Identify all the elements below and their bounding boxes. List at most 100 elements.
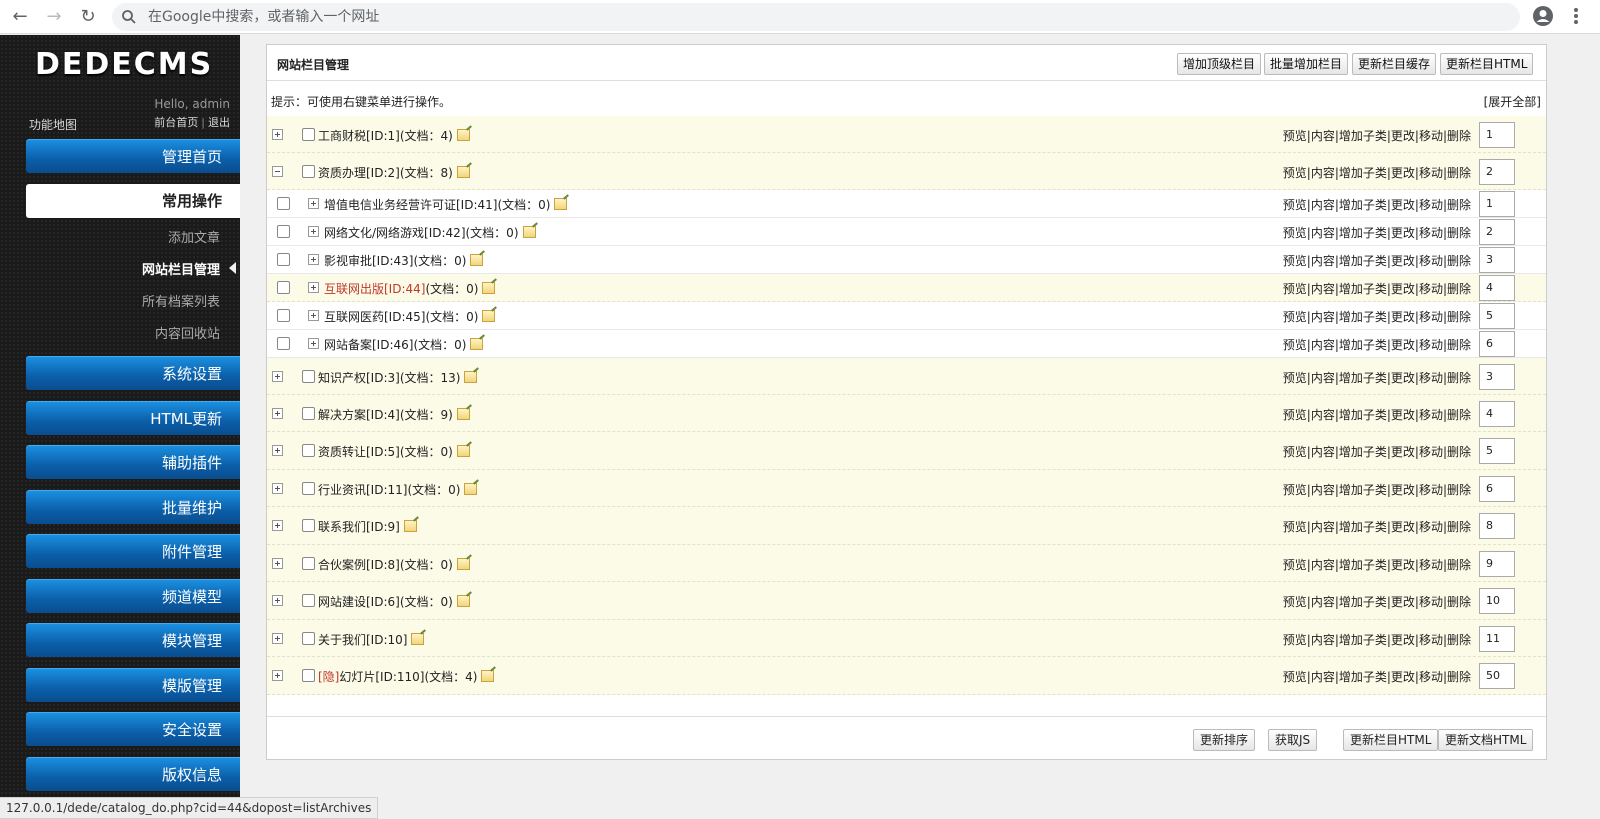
row-actions[interactable]: 预览|内容|增加子类|更改|移动|删除 [1283, 308, 1471, 325]
menu-system-settings[interactable]: 系统设置 [26, 356, 240, 390]
menu-admin-home[interactable]: 管理首页 [26, 139, 240, 173]
menu-channel-models[interactable]: 频道模型 [26, 579, 240, 613]
sort-order-input[interactable]: 1 [1479, 191, 1515, 217]
expand-icon[interactable] [308, 226, 319, 237]
column-name-link[interactable]: 影视审批[ID:43](文档：0) [324, 252, 484, 269]
row-checkbox[interactable] [277, 281, 290, 294]
expand-icon[interactable] [308, 282, 319, 293]
sort-order-input[interactable]: 4 [1479, 275, 1515, 301]
row-actions[interactable]: 预览|内容|增加子类|更改|移动|删除 [1283, 252, 1471, 269]
expand-icon[interactable] [272, 482, 283, 494]
sidebar-item-all-archives[interactable]: 所有档案列表 [26, 291, 220, 310]
row-checkbox[interactable] [302, 519, 315, 532]
row-checkbox[interactable] [277, 197, 290, 210]
batch-add-column-button[interactable]: 批量增加栏目 [1264, 53, 1349, 75]
update-order-button[interactable]: 更新排序 [1193, 729, 1256, 751]
menu-modules[interactable]: 模块管理 [26, 623, 240, 657]
edit-icon[interactable] [403, 520, 417, 532]
back-icon[interactable]: ← [8, 5, 32, 29]
row-actions[interactable]: 预览|内容|增加子类|更改|移动|删除 [1283, 224, 1471, 241]
menu-copyright[interactable]: 版权信息 [26, 757, 240, 791]
column-name-link[interactable]: 合伙案例[ID:8](文档：0) [318, 556, 470, 573]
sort-order-input[interactable]: 4 [1479, 400, 1515, 427]
logout-link[interactable]: 退出 [208, 116, 230, 129]
column-name-link[interactable]: [隐]幻灯片[ID:110](文档：4) [318, 668, 495, 685]
column-name-link[interactable]: 知识产权[ID:3](文档：13) [318, 369, 478, 386]
sort-order-input[interactable]: 2 [1479, 158, 1515, 185]
get-js-button[interactable]: 获取JS [1268, 729, 1318, 751]
expand-all-link[interactable]: [展开全部] [1484, 93, 1541, 110]
row-actions[interactable]: 预览|内容|增加子类|更改|移动|删除 [1283, 196, 1471, 213]
row-actions[interactable]: 预览|内容|增加子类|更改|移动|删除 [1283, 593, 1471, 610]
expand-icon[interactable] [308, 254, 319, 265]
column-name-link[interactable]: 解决方案[ID:4](文档：9) [318, 406, 470, 423]
sort-order-input[interactable]: 50 [1479, 663, 1515, 689]
sort-order-input[interactable]: 3 [1479, 247, 1515, 273]
edit-icon[interactable] [456, 165, 470, 178]
column-name-link[interactable]: 网站建设[ID:6](文档：0) [318, 593, 470, 610]
edit-icon[interactable] [411, 632, 425, 645]
row-checkbox[interactable] [277, 309, 290, 322]
row-actions[interactable]: 预览|内容|增加子类|更改|移动|删除 [1283, 127, 1471, 144]
update-column-html-bottom-button[interactable]: 更新栏目HTML [1343, 729, 1439, 751]
sort-order-input[interactable]: 9 [1479, 550, 1515, 577]
expand-icon[interactable] [272, 632, 283, 644]
row-actions[interactable]: 预览|内容|增加子类|更改|移动|删除 [1283, 631, 1471, 648]
row-actions[interactable]: 预览|内容|增加子类|更改|移动|删除 [1283, 406, 1471, 423]
column-name-link[interactable]: 网站备案[ID:46](文档：0) [324, 336, 484, 353]
edit-icon[interactable] [470, 254, 484, 266]
sort-order-input[interactable]: 8 [1479, 513, 1515, 539]
row-checkbox[interactable] [302, 556, 315, 570]
expand-icon[interactable] [272, 445, 283, 456]
expand-icon[interactable] [272, 557, 283, 569]
row-checkbox[interactable] [302, 444, 315, 457]
expand-icon[interactable] [308, 338, 319, 349]
column-name-link[interactable]: 互联网医药[ID:45](文档：0) [324, 308, 496, 325]
sitemap-link[interactable]: 功能地图 [29, 116, 77, 133]
expand-icon[interactable] [272, 520, 283, 531]
row-checkbox[interactable] [302, 164, 315, 178]
edit-icon[interactable] [456, 595, 470, 607]
row-checkbox[interactable] [302, 127, 315, 141]
edit-icon[interactable] [554, 198, 568, 210]
row-actions[interactable]: 预览|内容|增加子类|更改|移动|删除 [1283, 443, 1471, 460]
sort-order-input[interactable]: 1 [1479, 121, 1515, 148]
forward-icon[interactable]: → [42, 5, 66, 29]
collapse-icon[interactable] [272, 165, 283, 177]
row-checkbox[interactable] [302, 669, 315, 682]
profile-icon[interactable] [1532, 5, 1554, 27]
expand-icon[interactable] [272, 670, 283, 681]
expand-icon[interactable] [308, 310, 319, 321]
row-checkbox[interactable] [277, 337, 290, 350]
add-top-column-button[interactable]: 增加顶级栏目 [1177, 53, 1262, 75]
column-name-link[interactable]: 资质办理[ID:2](文档：8) [318, 164, 470, 181]
row-checkbox[interactable] [277, 253, 290, 266]
row-actions[interactable]: 预览|内容|增加子类|更改|移动|删除 [1283, 668, 1471, 685]
update-column-html-button[interactable]: 更新栏目HTML [1440, 53, 1534, 75]
row-actions[interactable]: 预览|内容|增加子类|更改|移动|删除 [1283, 280, 1471, 297]
row-actions[interactable]: 预览|内容|增加子类|更改|移动|删除 [1283, 369, 1471, 386]
more-menu-icon[interactable] [1573, 6, 1579, 26]
row-checkbox[interactable] [302, 369, 315, 383]
edit-icon[interactable] [464, 482, 478, 495]
column-name-link[interactable]: 关于我们[ID:10] [318, 631, 425, 648]
row-actions[interactable]: 预览|内容|增加子类|更改|移动|删除 [1283, 336, 1471, 353]
edit-icon[interactable] [482, 310, 496, 322]
column-name-link[interactable]: 互联网出版[ID:44](文档：0) [324, 280, 496, 297]
update-doc-html-button[interactable]: 更新文档HTML [1438, 729, 1534, 751]
edit-icon[interactable] [470, 338, 484, 350]
menu-common-ops[interactable]: 常用操作 [26, 184, 240, 218]
expand-icon[interactable] [272, 370, 283, 382]
sort-order-input[interactable]: 5 [1479, 438, 1515, 464]
sort-order-input[interactable]: 11 [1479, 625, 1515, 652]
menu-batch-maintain[interactable]: 批量维护 [26, 490, 240, 524]
menu-templates[interactable]: 模版管理 [26, 668, 240, 702]
menu-security[interactable]: 安全设置 [26, 712, 240, 746]
sidebar-item-column-manage[interactable]: 网站栏目管理 [26, 259, 236, 278]
sidebar-item-recycle-bin[interactable]: 内容回收站 [26, 323, 220, 342]
row-checkbox[interactable] [277, 225, 290, 238]
edit-icon[interactable] [456, 407, 470, 420]
update-column-cache-button[interactable]: 更新栏目缓存 [1352, 53, 1437, 75]
expand-icon[interactable] [272, 595, 283, 606]
sort-order-input[interactable]: 6 [1479, 331, 1515, 357]
